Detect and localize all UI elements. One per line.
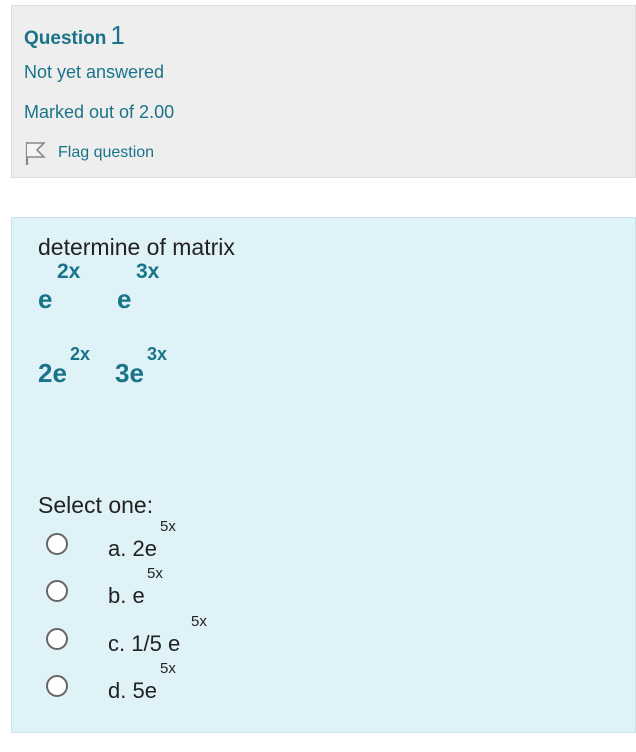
matrix-cell-exponent: 2x [57,260,81,283]
answer-option-b[interactable]: b. e 5x [46,565,163,610]
question-content-panel: determine of matrix e 2x e 3x 2e 2x 3e 3… [11,217,636,733]
option-text: 1/5 e [131,631,181,656]
option-text: 2e [132,536,157,561]
question-text: determine of matrix [38,234,235,260]
radio-button[interactable] [46,675,68,697]
flag-question-label: Flag question [58,144,155,161]
option-label: a. 2e 5x [108,518,176,563]
radio-button[interactable] [46,628,68,650]
option-exponent: 5x [160,660,176,677]
option-letter: b. [108,583,127,608]
option-label: c. 1/5 e 5x [108,613,207,658]
option-exponent: 5x [191,613,207,630]
option-letter: c. [108,631,126,656]
answer-option-a[interactable]: a. 2e 5x [46,518,176,563]
question-grade: Marked out of 2.00 [24,102,175,122]
answer-option-d[interactable]: d. 5e 5x [46,660,176,705]
matrix-cell-base: 2e [38,358,67,388]
matrix-cell-1-1: e 2x [38,260,80,315]
matrix-cell-2-2: 3e 3x [115,344,167,389]
matrix-cell-exponent: 3x [147,344,168,364]
question-number-heading: Question 1 [24,20,125,51]
option-text: e [132,583,145,608]
question-label: Question [24,28,107,49]
matrix-cell-base: e [38,284,53,314]
answer-option-c[interactable]: c. 1/5 e 5x [46,613,207,658]
question-number: 1 [110,20,125,50]
option-exponent: 5x [160,518,176,535]
radio-button[interactable] [46,533,68,555]
option-label: b. e 5x [108,565,163,610]
option-exponent: 5x [147,565,163,582]
option-text: 5e [132,678,157,703]
matrix-cell-base: e [117,284,132,314]
flag-icon [25,142,46,165]
radio-button[interactable] [46,580,68,602]
select-one-prompt: Select one: [38,492,154,518]
question-state: Not yet answered [24,62,165,82]
matrix-cell-exponent: 2x [70,344,91,364]
matrix-cell-base: 3e [115,358,144,388]
option-label: d. 5e 5x [108,660,176,705]
matrix-cell-1-2: e 3x [117,260,159,315]
flag-question-link[interactable]: Flag question [24,140,154,166]
question-info-panel: Question 1 Not yet answered Marked out of… [11,5,636,178]
option-letter: d. [108,678,127,703]
option-letter: a. [108,536,127,561]
matrix-cell-2-1: 2e 2x [38,344,90,389]
matrix-cell-exponent: 3x [136,260,160,283]
